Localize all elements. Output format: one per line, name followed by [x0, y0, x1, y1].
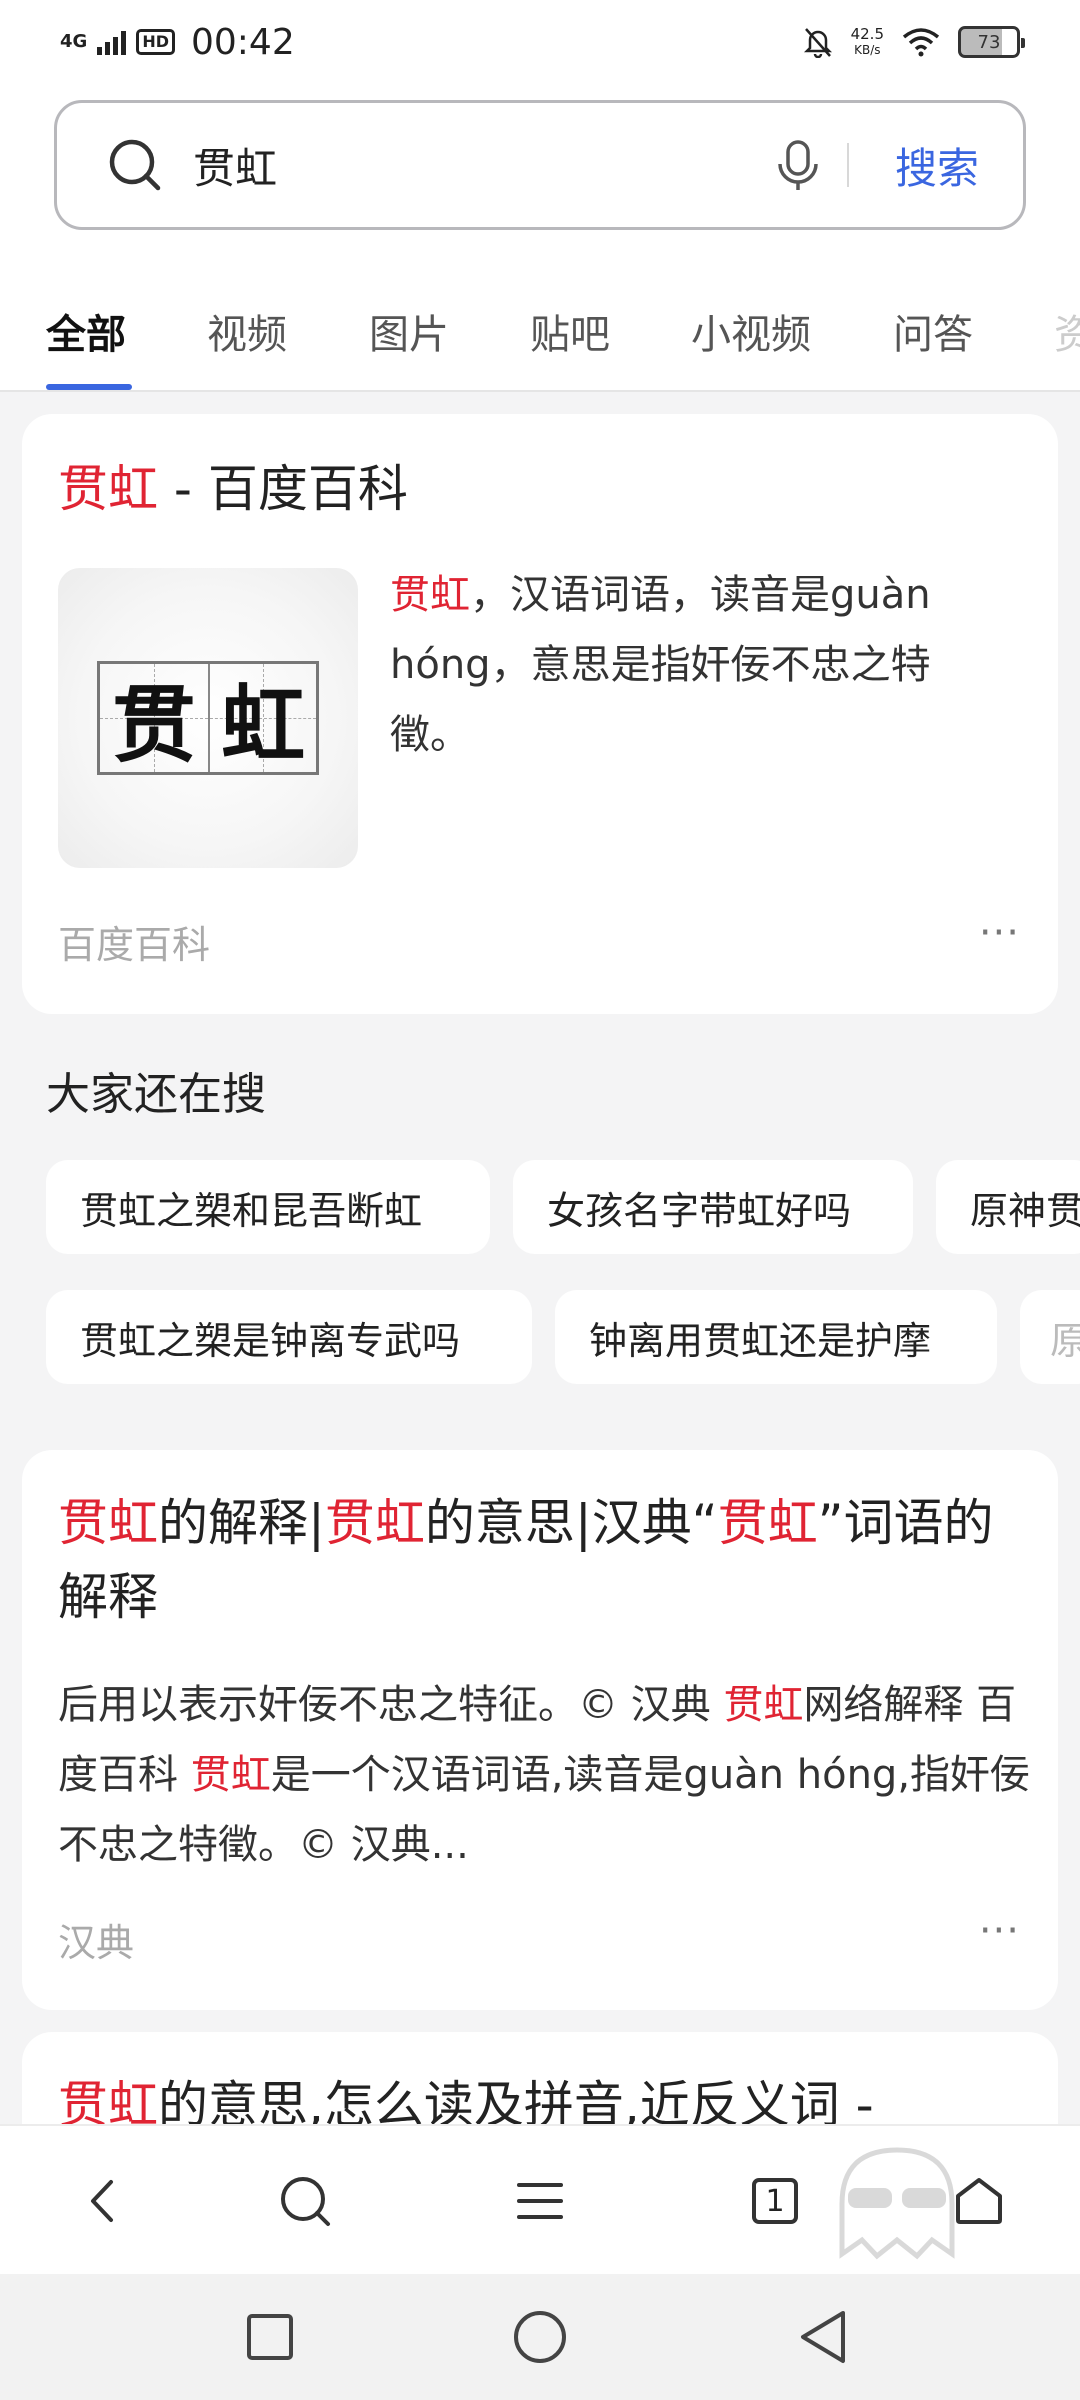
net-speed: 42.5 KB/s — [851, 26, 884, 58]
related-chip[interactable]: 钟离用贯虹还是护摩 — [555, 1290, 997, 1384]
search-button-bottom[interactable] — [270, 2166, 340, 2236]
battery-icon: 73 — [958, 26, 1025, 58]
home-button[interactable] — [944, 2166, 1014, 2236]
title-part: 的解释| — [158, 1494, 325, 1552]
wifi-icon — [902, 28, 940, 57]
result-card-baike[interactable]: 贯虹 - 百度百科 贯 虹 贯虹，汉语词语，读音是guàn hóng，意思是指奸… — [22, 414, 1058, 1014]
title-part: 的意思|汉典“ — [424, 1494, 718, 1552]
title-highlight: 贯虹 — [58, 460, 158, 518]
result-title[interactable]: 贯虹的解释|贯虹的意思|汉典“贯虹”词语的解释 — [58, 1486, 1018, 1634]
tabs-button[interactable]: 1 — [740, 2166, 810, 2236]
more-options-icon[interactable]: ··· — [979, 1908, 1020, 1954]
result-thumbnail[interactable]: 贯 虹 — [58, 568, 358, 868]
more-options-icon[interactable]: ··· — [979, 910, 1020, 956]
microphone-icon[interactable] — [771, 138, 825, 192]
chevron-left-icon — [91, 2180, 113, 2222]
signal-icon — [97, 29, 127, 55]
browser-toolbar: 1 — [0, 2124, 1080, 2274]
search-header: 搜索 — [0, 84, 1080, 264]
image-char: 虹 — [208, 664, 316, 774]
hd-badge: HD — [136, 29, 175, 55]
result-title[interactable]: 贯虹 - 百度百科 — [58, 452, 408, 526]
net-speed-value: 42.5 — [850, 25, 884, 43]
system-nav-bar — [0, 2274, 1080, 2400]
abstract-text: ，汉语词语，读音是guàn hóng，意思是指奸佞不忠之特徵。 — [390, 572, 931, 758]
search-icon — [109, 139, 161, 191]
tab-all[interactable]: 全部 — [46, 302, 126, 360]
tab-video[interactable]: 视频 — [207, 302, 287, 360]
back-button[interactable] — [68, 2166, 138, 2236]
tab-tieba[interactable]: 贴吧 — [530, 302, 610, 360]
clock: 00:42 — [190, 21, 295, 63]
tab-short-video[interactable]: 小视频 — [691, 302, 811, 360]
related-chip[interactable]: 贯虹之槊和昆吾断虹 — [46, 1160, 490, 1254]
title-part: 贯虹 — [324, 1494, 425, 1552]
recents-button[interactable] — [237, 2304, 303, 2370]
triangle-back-icon — [801, 2311, 845, 2363]
abstract-part: 后用以表示奸佞不忠之特征。© 汉典 — [58, 1682, 724, 1728]
search-input[interactable] — [193, 135, 771, 195]
network-type: 4G — [60, 31, 88, 52]
search-button[interactable]: 搜索 — [895, 135, 979, 196]
result-card-zdic[interactable]: 贯虹的解释|贯虹的意思|汉典“贯虹”词语的解释 后用以表示奸佞不忠之特征。© 汉… — [22, 1450, 1058, 2010]
search-divider — [846, 143, 849, 187]
related-chip[interactable]: 女孩名字带虹好吗 — [513, 1160, 913, 1254]
net-speed-unit: KB/s — [854, 43, 881, 57]
status-bar: 4G HD 00:42 42.5 KB/s 73 — [0, 0, 1080, 84]
related-chip[interactable]: 原神贯 — [936, 1160, 1080, 1254]
mute-bell-icon — [803, 28, 832, 58]
tab-count: 1 — [765, 2183, 785, 2219]
menu-icon — [517, 2183, 563, 2219]
square-icon — [247, 2314, 293, 2360]
tab-more-cut[interactable]: 资 — [1054, 302, 1080, 360]
tab-qa[interactable]: 问答 — [893, 302, 973, 360]
tabs-icon: 1 — [752, 2178, 798, 2224]
abstract-part: 贯虹 — [723, 1682, 804, 1728]
result-abstract: 贯虹，汉语词语，读音是guàn hóng，意思是指奸佞不忠之特徵。 — [390, 560, 1010, 770]
tab-images[interactable]: 图片 — [369, 302, 449, 360]
home-nav-button[interactable] — [507, 2304, 573, 2370]
circle-icon — [514, 2311, 566, 2363]
active-tab-indicator — [46, 384, 132, 390]
related-chip[interactable]: 贯虹之槊是钟离专武吗 — [46, 1290, 532, 1384]
result-abstract: 后用以表示奸佞不忠之特征。© 汉典 贯虹网络解释 百度百科 贯虹是一个汉语词语,… — [58, 1670, 1038, 1880]
title-text: - 百度百科 — [158, 460, 408, 518]
menu-button[interactable] — [505, 2166, 575, 2236]
related-chip[interactable]: 原 — [1020, 1290, 1080, 1384]
title-part: 贯虹 — [717, 1494, 818, 1552]
title-part: 贯虹 — [58, 1494, 158, 1552]
abstract-highlight: 贯虹 — [390, 572, 470, 618]
result-source[interactable]: 百度百科 — [58, 914, 210, 969]
abstract-part: 贯虹 — [190, 1752, 271, 1798]
home-icon — [956, 2178, 1002, 2224]
search-icon — [281, 2177, 330, 2226]
calligraphy-image: 贯 虹 — [97, 661, 319, 775]
image-char: 贯 — [100, 664, 208, 774]
result-source[interactable]: 汉典 — [58, 1912, 134, 1967]
back-nav-button[interactable] — [790, 2304, 856, 2370]
search-box[interactable]: 搜索 — [54, 100, 1026, 230]
result-tabs: 全部 视频 图片 贴吧 小视频 问答 资 — [0, 264, 1080, 392]
related-searches-title: 大家还在搜 — [46, 1069, 266, 1120]
